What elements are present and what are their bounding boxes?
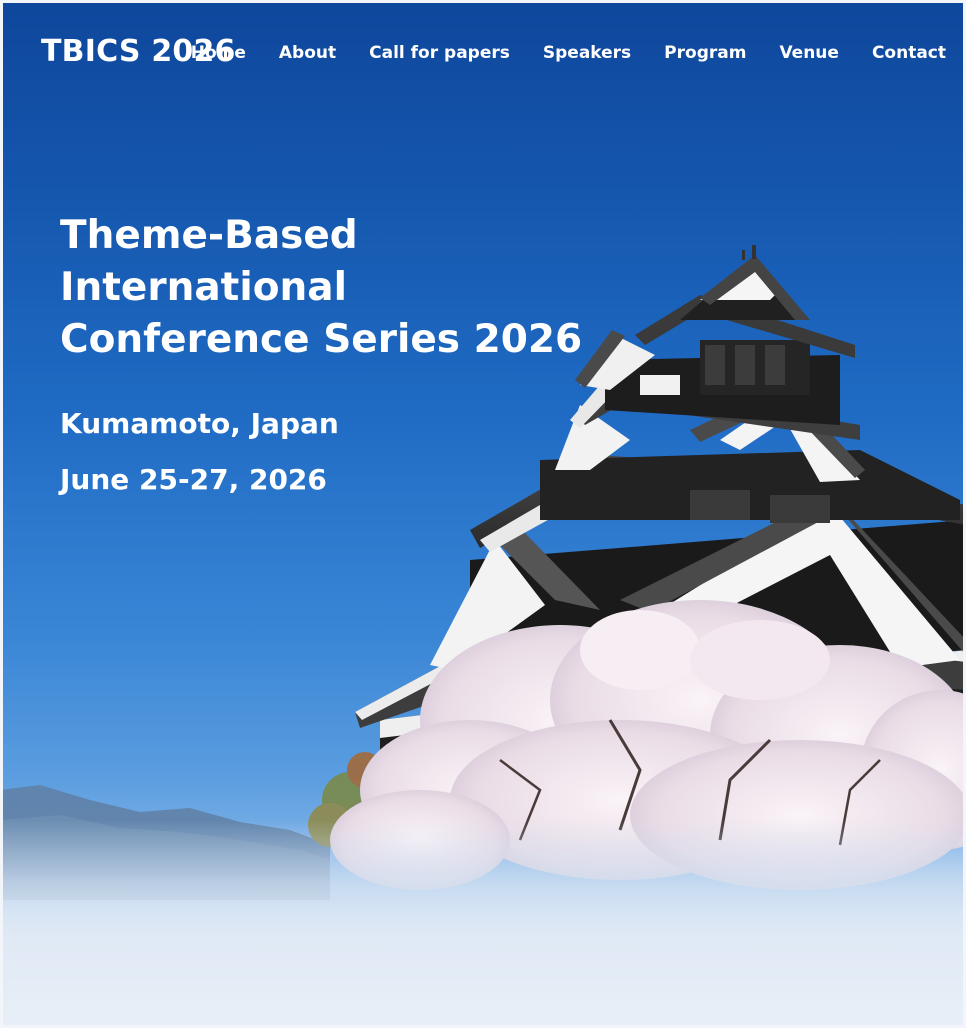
nav-link-speakers[interactable]: Speakers xyxy=(543,43,631,63)
bottom-fade xyxy=(0,820,966,1028)
hero-section: Theme-Based International Conference Ser… xyxy=(60,210,620,498)
nav-link-program[interactable]: Program xyxy=(664,43,746,63)
nav-link-call-for-papers[interactable]: Call for papers xyxy=(369,43,510,63)
nav-link-about[interactable]: About xyxy=(279,43,336,63)
top-navbar: TBICS 2026 Home About Call for papers Sp… xyxy=(0,0,966,110)
hero-title: Theme-Based International Conference Ser… xyxy=(60,210,620,366)
hero-title-line-1: Theme-Based International xyxy=(60,213,358,310)
hero-date: June 25-27, 2026 xyxy=(60,463,327,496)
nav-link-home[interactable]: Home xyxy=(191,43,246,63)
page: TBICS 2026 Home About Call for papers Sp… xyxy=(0,0,966,1028)
nav-link-contact[interactable]: Contact xyxy=(872,43,946,63)
main-nav: Home About Call for papers Speakers Prog… xyxy=(158,43,946,63)
hero-title-line-2: Conference Series 2026 xyxy=(60,317,583,362)
hero-location: Kumamoto, Japan xyxy=(60,407,339,440)
nav-link-venue[interactable]: Venue xyxy=(779,43,839,63)
